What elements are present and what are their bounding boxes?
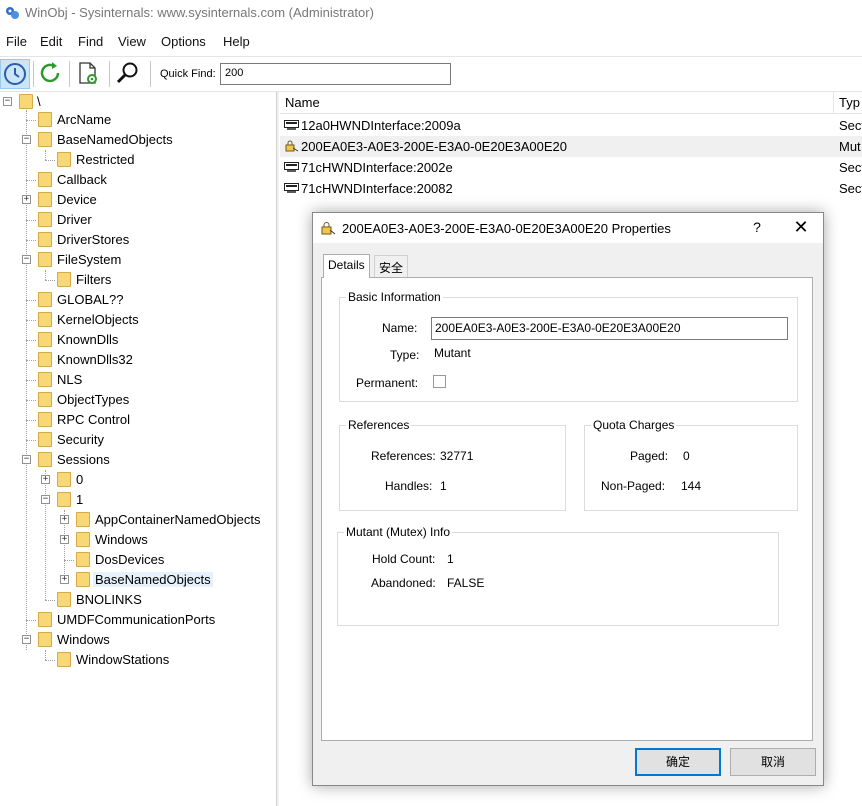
winobj-app-icon [6,7,19,19]
cancel-button[interactable]: 取消 [730,748,816,776]
menu-options[interactable]: Options [161,34,206,49]
column-name-header[interactable]: Name [285,95,320,110]
tab-security[interactable]: 安全 [374,255,409,277]
window-title: WinObj - Sysinternals: www.sysinternals.… [25,5,374,20]
column-type-header[interactable]: Typ [839,95,860,110]
refresh-button[interactable] [36,59,66,89]
permanent-label: Permanent: [356,376,419,390]
dialog-title: 200EA0E3-A0E3-200E-E3A0-0E20E3A00E20 Pro… [342,221,671,236]
type-label: Type: [390,348,420,362]
find-button[interactable] [114,59,144,89]
properties-button[interactable] [74,59,104,89]
abandoned-label: Abandoned: [371,576,436,590]
list-header: Name Typ [280,92,862,114]
menu-view[interactable]: View [118,34,146,49]
non-paged-label: Non-Paged: [601,479,666,493]
quick-find-label: Quick Find: [160,68,216,80]
references-value: 32771 [440,449,474,463]
menu-find[interactable]: Find [78,34,103,49]
handles-label: Handles: [385,479,433,493]
close-button[interactable]: ✕ [791,217,811,238]
collapse-toggle-icon[interactable]: − [22,135,31,144]
list-item[interactable]: 12a0HWNDInterface:2009aSect [280,115,862,136]
permanent-checkbox [433,375,446,388]
references-group: References [339,418,566,511]
menu-file[interactable]: File [6,34,27,49]
object-tree[interactable]: − \ ArcName − BaseNamedObjects Restricte… [0,92,276,806]
menu-bar: File Edit Find View Options Help [0,30,862,52]
hold-count-label: Hold Count: [372,552,436,566]
expand-toggle-icon[interactable]: + [22,195,31,204]
expand-toggle-icon[interactable]: + [60,535,69,544]
section-icon [284,162,299,172]
collapse-toggle-icon[interactable]: − [22,255,31,264]
expand-toggle-icon[interactable]: + [41,475,50,484]
expand-toggle-icon[interactable]: + [60,515,69,524]
pane-splitter[interactable] [276,92,279,806]
menu-edit[interactable]: Edit [40,34,62,49]
collapse-toggle-icon[interactable]: − [41,495,50,504]
paged-label: Paged: [630,449,669,463]
document-gear-icon [79,62,97,84]
refresh-toggle-button[interactable] [0,59,30,89]
toolbar: Quick Find: 200 [0,56,862,92]
quota-charges-group: Quota Charges [584,418,798,511]
references-label: References: [371,449,436,463]
section-icon [284,183,299,193]
mutant-lock-icon [321,222,336,235]
collapse-toggle-icon[interactable]: − [3,97,12,106]
title-bar: WinObj - Sysinternals: www.sysinternals.… [0,0,862,28]
paged-value: 0 [683,449,690,463]
type-value: Mutant [434,346,471,360]
tab-details[interactable]: Details [323,254,370,278]
collapse-toggle-icon[interactable]: − [22,455,31,464]
list-item[interactable]: 71cHWNDInterface:2002eSect [280,157,862,178]
ok-button[interactable]: 确定 [635,748,721,776]
quick-find-input[interactable]: 200 [220,63,451,85]
handles-value: 1 [440,479,447,493]
expand-toggle-icon[interactable]: + [60,575,69,584]
list-item-selected[interactable]: 200EA0E3-A0E3-200E-E3A0-0E20E3A00E20 Mut [280,136,862,157]
list-item[interactable]: 71cHWNDInterface:20082Sect [280,178,862,199]
name-field[interactable]: 200EA0E3-A0E3-200E-E3A0-0E20E3A00E20 [431,317,788,340]
mutant-lock-icon [285,140,299,152]
properties-dialog: 200EA0E3-A0E3-200E-E3A0-0E20E3A00E20 Pro… [312,212,824,786]
clock-icon [4,63,26,85]
magnifier-icon [116,62,138,84]
name-label: Name: [382,321,418,335]
dialog-title-bar: 200EA0E3-A0E3-200E-E3A0-0E20E3A00E20 Pro… [313,213,823,243]
help-button[interactable]: ? [750,219,764,235]
section-icon [284,120,299,130]
collapse-toggle-icon[interactable]: − [22,635,31,644]
refresh-icon [40,62,60,83]
non-paged-value: 144 [681,479,702,493]
hold-count-value: 1 [447,552,454,566]
abandoned-value: FALSE [447,576,485,590]
menu-help[interactable]: Help [223,34,250,49]
